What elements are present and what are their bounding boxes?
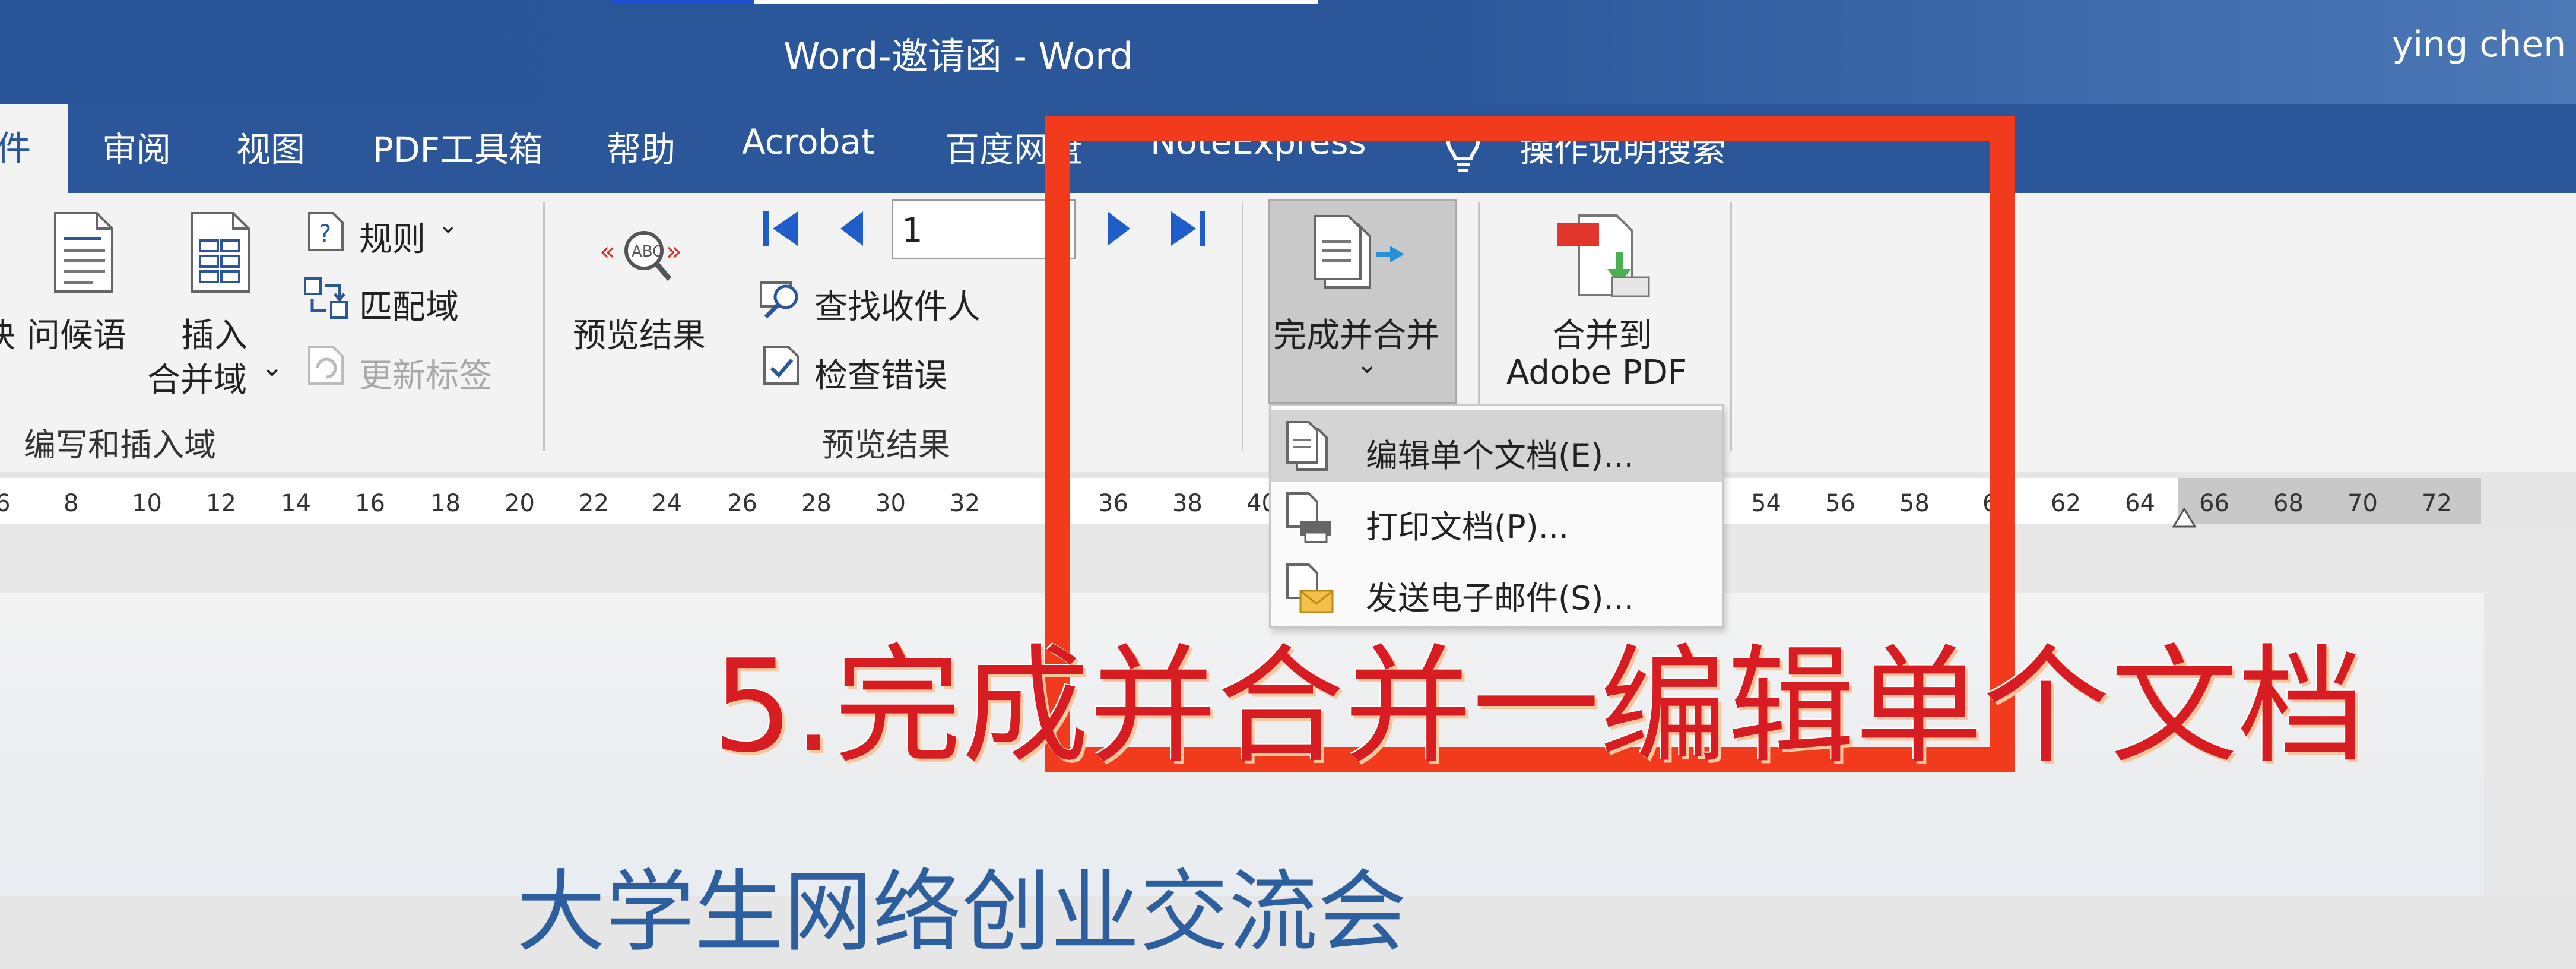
preview-results-group-label: 预览结果 [822, 426, 950, 464]
document-title: Word-邀请函 - Word [783, 34, 1133, 78]
tab-help[interactable]: 帮助 [607, 122, 675, 172]
ruler-tick: 10 [132, 490, 162, 517]
insert-merge-field-line1[interactable]: 插入 [181, 309, 248, 357]
tab-pdf-toolbox[interactable]: PDF工具箱 [373, 122, 543, 172]
chevron-down-icon[interactable]: ⌄ [261, 352, 283, 382]
ruler-tick: 72 [2422, 490, 2452, 517]
tab-view[interactable]: 视图 [236, 122, 305, 172]
ruler-tick: 12 [206, 490, 236, 517]
first-record-icon[interactable] [761, 208, 802, 252]
ruler-tick: 20 [505, 490, 535, 517]
ruler-tick: 70 [2347, 490, 2378, 517]
user-account-name[interactable]: ying chen [2392, 24, 2566, 65]
document-heading[interactable]: 大学生网络创业交流会 [516, 840, 1407, 969]
find-recipient-label[interactable]: 查找收件人 [814, 280, 981, 328]
svg-text:?: ? [319, 220, 331, 248]
ruler-tick: 26 [727, 490, 757, 517]
ruler-tick: 18 [430, 490, 461, 517]
rules-label[interactable]: 规则 [359, 213, 426, 261]
quick-access-strip [611, 0, 754, 4]
ruler-tick: 22 [579, 490, 609, 517]
rules-icon[interactable]: ? [306, 211, 347, 255]
update-labels-label: 更新标签 [359, 357, 492, 395]
address-block-label[interactable]: 块 [0, 309, 15, 357]
ruler-tick: 28 [801, 490, 832, 517]
ruler-tick: 14 [281, 490, 311, 517]
tab-mailings[interactable]: 件 [0, 104, 68, 193]
find-recipient-icon[interactable] [759, 279, 806, 323]
previous-record-icon[interactable] [837, 209, 867, 251]
ruler-tick: 8 [64, 490, 79, 517]
match-fields-label[interactable]: 匹配域 [359, 280, 459, 328]
ruler-tick: 62 [2051, 490, 2081, 517]
ruler-tick: 6 [0, 490, 11, 517]
insert-merge-field-icon[interactable] [187, 211, 252, 296]
check-errors-label[interactable]: 检查错误 [814, 349, 947, 397]
check-errors-icon[interactable] [761, 344, 802, 388]
ruler-tick: 32 [950, 490, 980, 517]
insert-merge-field-line2[interactable]: 合并域 [147, 353, 247, 401]
svg-text:»: » [666, 236, 682, 267]
right-indent-marker[interactable] [2172, 507, 2197, 530]
update-labels-icon [306, 344, 347, 388]
chevron-down-icon[interactable]: ⌄ [438, 211, 458, 239]
greeting-line-label[interactable]: 问候语 [27, 309, 126, 357]
svg-text:«: « [599, 236, 616, 267]
preview-results-button[interactable]: 预览结果 [573, 309, 706, 357]
ruler-tick: 16 [355, 490, 385, 517]
record-number-value: 1 [902, 211, 923, 250]
title-bar [0, 0, 2576, 104]
ruler-tick: 24 [652, 490, 682, 517]
tab-review[interactable]: 审阅 [102, 122, 171, 172]
preview-results-icon[interactable]: « ABC » [599, 226, 689, 287]
ruler-tick: 66 [2199, 490, 2229, 517]
write-insert-fields-group-label: 编写和插入域 [24, 426, 216, 464]
group-separator [543, 202, 545, 451]
svg-text:ABC: ABC [632, 243, 663, 261]
ruler-tick: 64 [2125, 490, 2155, 517]
greeting-line-icon[interactable] [50, 211, 116, 296]
ruler-tick: 30 [875, 490, 906, 517]
match-fields-icon[interactable] [303, 276, 350, 323]
annotation-caption: 5.完成并合并一编辑单个文档 [712, 632, 2366, 781]
quick-access-strip-light [754, 0, 1318, 4]
ruler-tick: 68 [2273, 490, 2304, 517]
tab-acrobat[interactable]: Acrobat [742, 122, 875, 162]
